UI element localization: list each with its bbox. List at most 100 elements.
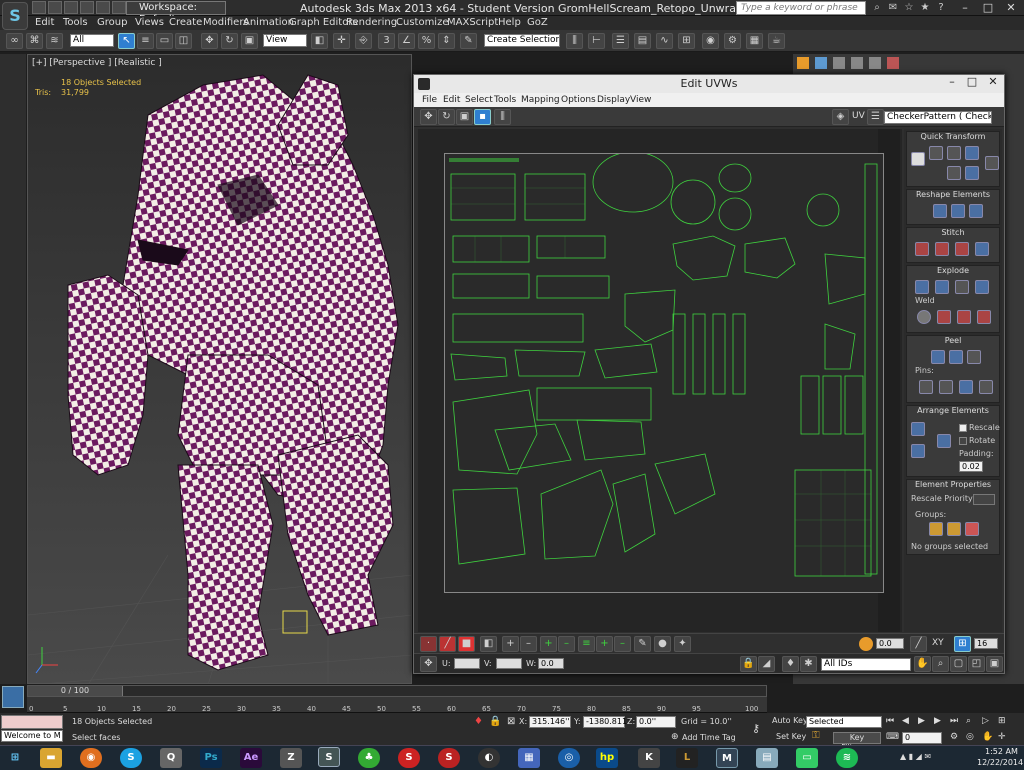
auto-key-button[interactable]: Auto Key [772, 716, 808, 725]
straighten-icon[interactable] [933, 204, 947, 218]
loop-shrink-icon[interactable]: – [558, 636, 575, 652]
hp-icon[interactable]: hp [596, 748, 618, 768]
uvw-menu-file[interactable]: File [422, 95, 437, 105]
clock-date[interactable]: 12/22/2014 [977, 758, 1023, 767]
folder-icon[interactable]: ▭ [796, 748, 818, 768]
falloff-input[interactable]: 0.0 [876, 638, 904, 649]
maximize-button[interactable]: □ [977, 0, 999, 15]
edit-named-selection-icon[interactable]: ✎ [460, 33, 477, 49]
menu-modifiers[interactable]: Modifiers [203, 17, 249, 28]
viewport-label[interactable]: [+] [Perspective ] [Realistic ] [32, 58, 162, 68]
peel-mode-icon[interactable] [949, 350, 963, 364]
utilities-tab-icon[interactable] [887, 57, 899, 69]
selection-filter-dropdown[interactable]: All [70, 34, 114, 47]
stitch-custom-icon[interactable] [975, 242, 989, 256]
percent-snap-icon[interactable]: % [418, 33, 435, 49]
help-icon[interactable]: ? [934, 1, 948, 14]
select-by-name-icon[interactable]: ≡ [137, 33, 154, 49]
material-editor-icon[interactable]: ◉ [702, 33, 719, 49]
reset-peel-icon[interactable] [967, 350, 981, 364]
x-coord-input[interactable]: 315.146'' [529, 716, 571, 728]
uvw-options-icon[interactable]: ☰ [867, 109, 884, 125]
rescale-priority-spinner[interactable] [973, 494, 995, 505]
uvw-editor-area[interactable] [418, 129, 902, 632]
set-pivot-icon[interactable] [911, 152, 925, 166]
workspace-dropdown[interactable]: Workspace: Default [126, 1, 226, 25]
file-explorer-icon[interactable]: ▬ [40, 748, 62, 768]
add-time-tag-button[interactable]: Add Time Tag [682, 733, 736, 742]
vertex-mode-icon[interactable]: · [420, 636, 437, 652]
after-effects-icon[interactable]: Ae [240, 748, 262, 768]
grid-size-input[interactable]: 16 [974, 638, 998, 649]
weld-threshold-icon[interactable] [977, 310, 991, 324]
viewport-layout-icon[interactable] [2, 686, 24, 708]
key-filters-button[interactable]: Key Filters... [833, 732, 881, 752]
notepad-icon[interactable]: ▤ [756, 748, 778, 768]
redo-icon[interactable] [96, 1, 110, 14]
modify-tab-icon[interactable] [815, 57, 827, 69]
uv-space-tile[interactable] [444, 151, 884, 593]
keyboard-shortcut-icon[interactable]: ⎆ [355, 33, 372, 49]
stitch-average-icon[interactable] [935, 242, 949, 256]
group-select-icon[interactable] [929, 522, 943, 536]
snaps-toggle-icon[interactable]: 3 [378, 33, 395, 49]
set-key-icon[interactable]: ⚿ [812, 730, 828, 744]
ring-select-icon[interactable]: ≡ [578, 636, 595, 652]
zoom-selected-icon[interactable]: ▣ [986, 656, 1003, 672]
uvw-freeform-icon[interactable]: ▪ [474, 109, 491, 125]
favorites-icon[interactable]: ★ [918, 1, 932, 14]
u-input[interactable] [454, 658, 480, 669]
uvw-move-icon[interactable]: ✥ [420, 109, 437, 125]
stitch-to-target-icon[interactable] [915, 242, 929, 256]
search-icon[interactable]: ⌕ [870, 1, 884, 14]
relax-settings-icon[interactable] [969, 204, 983, 218]
align-x-icon[interactable] [929, 146, 943, 160]
key-mode-toggle-icon[interactable]: ⌨ [886, 732, 900, 744]
relax-icon[interactable] [951, 204, 965, 218]
target-weld-icon[interactable] [917, 310, 931, 324]
menu-group[interactable]: Group [97, 17, 127, 28]
menu-tools[interactable]: Tools [63, 17, 88, 28]
cinema-icon[interactable]: ▦ [518, 748, 540, 768]
show-hidden-icon[interactable]: ◢ [758, 656, 775, 672]
render-setup-icon[interactable]: ⚙ [724, 33, 741, 49]
filter-selected-icon[interactable]: ♦ [782, 656, 799, 672]
schematic-view-icon[interactable]: ⊞ [678, 33, 695, 49]
uvw-rotate-icon[interactable]: ↻ [438, 109, 455, 125]
goto-end-icon[interactable]: ⏭ [950, 716, 962, 728]
select-rotate-icon[interactable]: ↻ [221, 33, 238, 49]
rendered-frame-icon[interactable]: ▦ [746, 33, 763, 49]
graphite-toggle-icon[interactable]: ▤ [634, 33, 651, 49]
dialog-close-button[interactable]: ✕ [982, 75, 1004, 89]
menu-goz[interactable]: GoZ [527, 17, 548, 28]
stitch-to-source-icon[interactable] [955, 242, 969, 256]
field-of-view-icon[interactable]: ▷ [982, 716, 994, 728]
uvw-texture-checker-icon[interactable]: ◈ [832, 109, 849, 125]
substance-designer-icon[interactable]: S [438, 748, 460, 768]
zoom-viewport-icon[interactable]: ⌕ [966, 716, 978, 728]
maxscript-listener-mini[interactable] [1, 715, 63, 729]
bind-space-warp-icon[interactable]: ≋ [46, 33, 63, 49]
orbit-icon[interactable]: ◎ [966, 732, 978, 744]
align-y-icon[interactable] [947, 146, 961, 160]
steam-icon[interactable]: ◎ [558, 748, 580, 768]
save-file-icon[interactable] [64, 1, 78, 14]
quick-peel-icon[interactable] [931, 350, 945, 364]
uvw-menu-edit[interactable]: Edit [443, 95, 460, 105]
uvw-menu-display[interactable]: Display [597, 95, 630, 105]
zbrush-icon[interactable]: Z [280, 748, 302, 768]
unlink-icon[interactable]: ⌘ [26, 33, 43, 49]
layer-manager-icon[interactable]: ☰ [612, 33, 629, 49]
rotate-neg-90-icon[interactable] [965, 166, 979, 180]
isolate-selection-icon[interactable]: ♦ [474, 716, 484, 728]
system-tray-icons[interactable]: ▲ ▮ ◢ ✉ [900, 752, 970, 766]
rescale-checkbox[interactable] [959, 424, 967, 432]
maya-icon[interactable]: M [716, 748, 738, 768]
link-icon[interactable]: ∞ [6, 33, 23, 49]
dialog-maximize-button[interactable]: □ [962, 75, 982, 89]
pan-view-icon[interactable]: ✋ [982, 732, 994, 744]
substance-icon[interactable]: S [398, 748, 420, 768]
pack-together-icon[interactable] [911, 444, 925, 458]
minimize-button[interactable]: – [954, 0, 976, 15]
filter-settings-icon[interactable]: ✱ [800, 656, 817, 672]
